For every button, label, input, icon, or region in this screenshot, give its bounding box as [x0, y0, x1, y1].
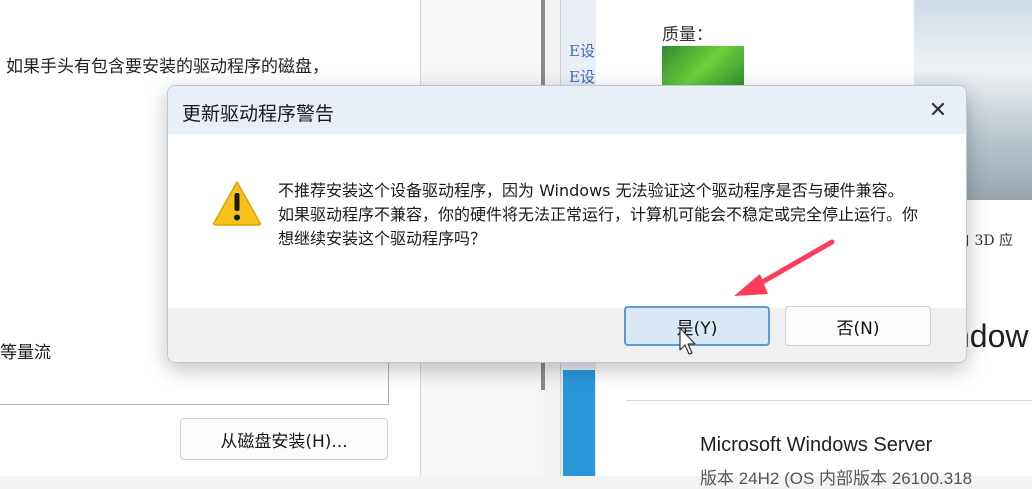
mouse-cursor-icon	[679, 327, 696, 355]
install-from-disk-button[interactable]: 从磁盘安装(H)...	[180, 418, 388, 460]
quality-image	[662, 46, 744, 90]
dialog-titlebar[interactable]: 更新驱动程序警告 ✕	[168, 86, 966, 134]
list-item[interactable]: 等量流	[0, 338, 51, 363]
intro-text: 如果手头有包含要安装的驱动程序的磁盘，	[6, 57, 329, 77]
warning-triangle-icon	[213, 181, 261, 226]
no-button[interactable]: 否(N)	[785, 306, 931, 346]
annotation-arrow-icon	[734, 239, 835, 296]
strip-scroll-thumb	[563, 370, 595, 476]
version-text: 版本 24H2 (OS 内部版本 26100.318	[700, 469, 973, 488]
close-icon[interactable]: ✕	[924, 96, 952, 124]
quality-label: 质量：	[662, 25, 713, 45]
product-name: Microsoft Windows Server	[700, 434, 933, 456]
update-driver-warning-dialog: 更新驱动程序警告 ✕ 不推荐安装这个设备驱动程序，因为 Windows 无法验证…	[167, 85, 967, 363]
dialog-title: 更新驱动程序警告	[182, 103, 335, 125]
divider	[626, 400, 1032, 401]
